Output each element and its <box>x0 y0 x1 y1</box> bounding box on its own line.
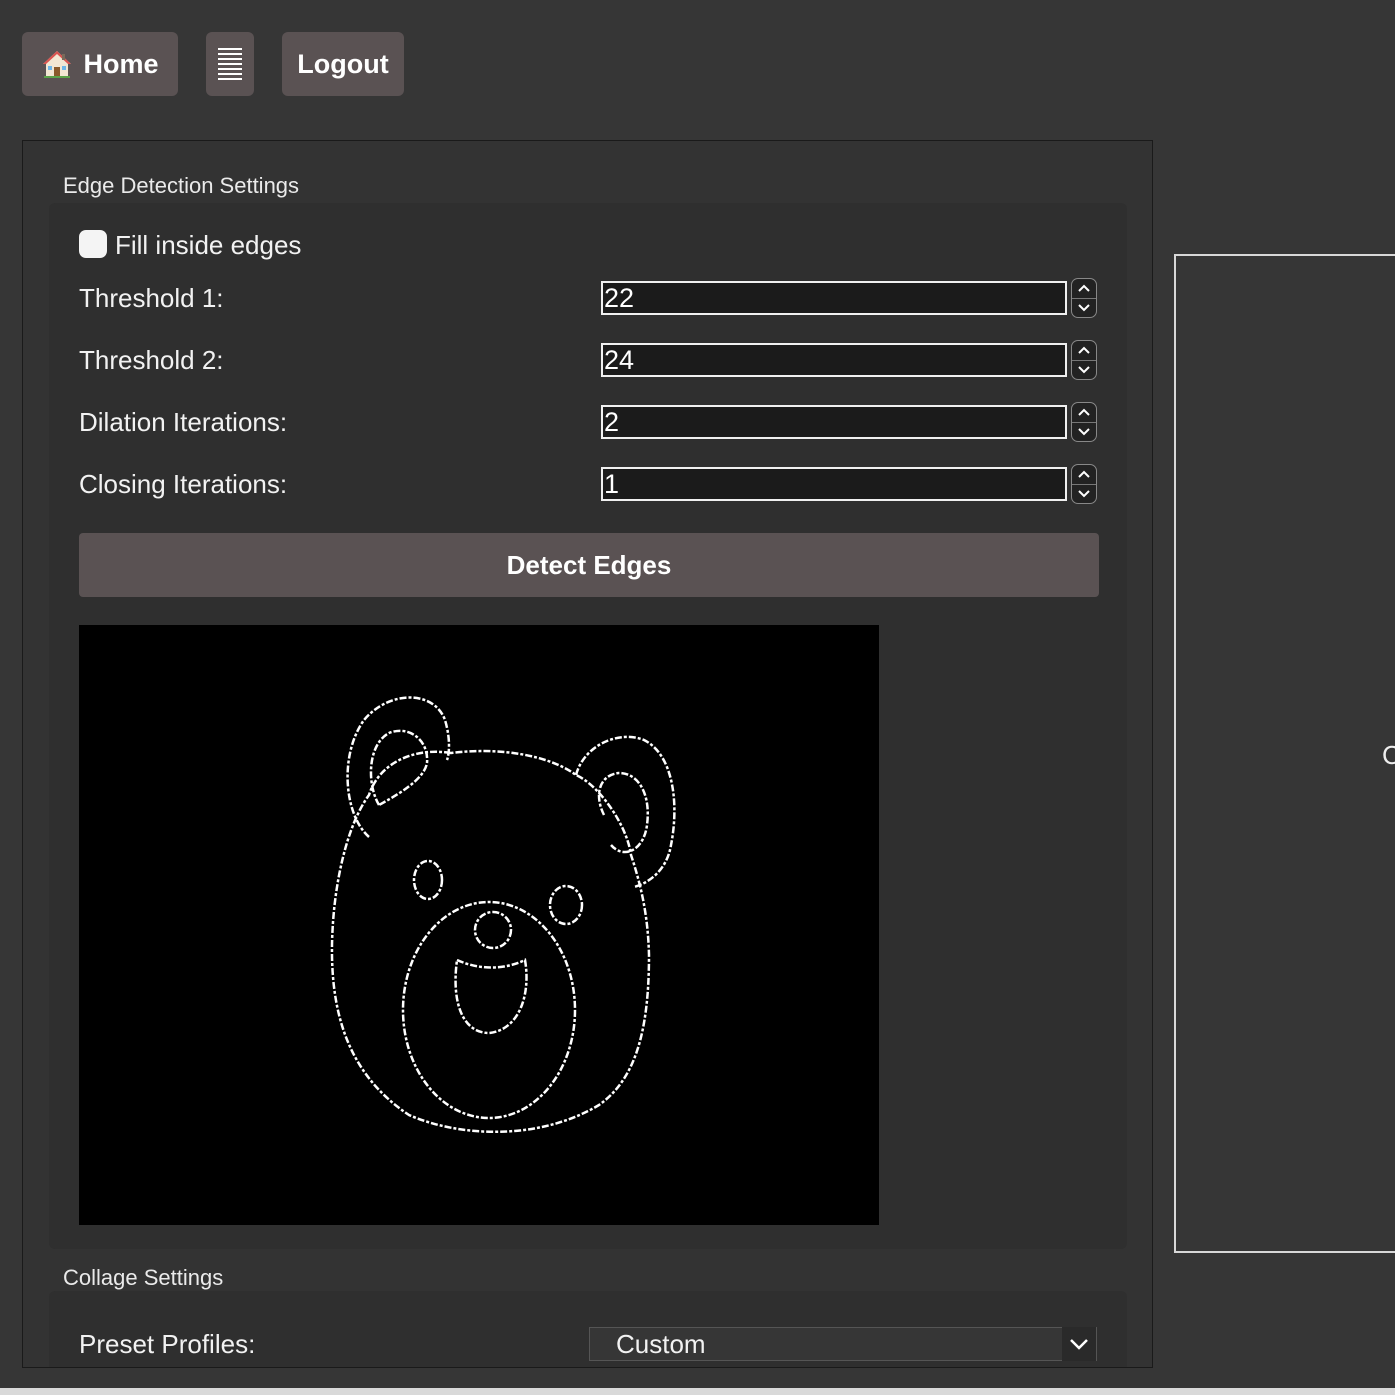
threshold-2-label: Threshold 2: <box>79 345 224 375</box>
closing-iterations-spinner[interactable] <box>1071 464 1097 504</box>
chevron-down-icon[interactable] <box>1072 423 1096 442</box>
threshold-1-spinner[interactable] <box>1071 278 1097 318</box>
chevron-down-icon[interactable] <box>1072 485 1096 504</box>
chevron-up-icon[interactable] <box>1072 341 1096 360</box>
chevron-up-icon[interactable] <box>1072 279 1096 298</box>
threshold-1-input[interactable]: 22 <box>601 281 1067 315</box>
closing-iterations-label: Closing Iterations: <box>79 469 288 499</box>
edge-preview-image <box>79 625 879 1225</box>
menu-button[interactable] <box>206 32 254 96</box>
closing-iterations-input[interactable]: 1 <box>601 467 1067 501</box>
chevron-up-icon[interactable] <box>1072 403 1096 422</box>
fill-inside-edges-label: Fill inside edges <box>115 230 302 260</box>
fill-inside-edges-checkbox[interactable] <box>79 230 107 258</box>
window-bottom-edge <box>0 1388 1395 1395</box>
preset-profiles-label: Preset Profiles: <box>79 1329 256 1359</box>
menu-icon <box>218 48 242 80</box>
chevron-down-icon[interactable] <box>1072 299 1096 318</box>
house-icon <box>41 48 73 80</box>
chevron-down-icon[interactable] <box>1062 1327 1096 1361</box>
chevron-up-icon[interactable] <box>1072 465 1096 484</box>
dilation-iterations-input[interactable]: 2 <box>601 405 1067 439</box>
logout-label: Logout <box>297 48 389 79</box>
collage-settings-title: Collage Settings <box>63 1265 224 1290</box>
settings-panel[interactable]: Edge Detection Settings Fill inside edge… <box>22 140 1153 1368</box>
collage-preview-panel: C <box>1174 254 1395 1253</box>
collage-preview-text: C <box>1382 740 1395 770</box>
logout-button[interactable]: Logout <box>282 32 404 96</box>
dilation-iterations-spinner[interactable] <box>1071 402 1097 442</box>
edge-detection-title: Edge Detection Settings <box>63 173 300 198</box>
chevron-down-icon[interactable] <box>1072 361 1096 380</box>
home-label: Home <box>83 48 159 79</box>
home-button[interactable]: Home <box>22 32 178 96</box>
threshold-1-label: Threshold 1: <box>79 283 224 313</box>
preset-profiles-value: Custom <box>616 1328 706 1359</box>
dilation-iterations-label: Dilation Iterations: <box>79 407 288 437</box>
threshold-2-spinner[interactable] <box>1071 340 1097 380</box>
preset-profiles-select[interactable]: Custom <box>589 1327 1097 1361</box>
detect-edges-button[interactable]: Detect Edges <box>79 533 1099 597</box>
threshold-2-input[interactable]: 24 <box>601 343 1067 377</box>
